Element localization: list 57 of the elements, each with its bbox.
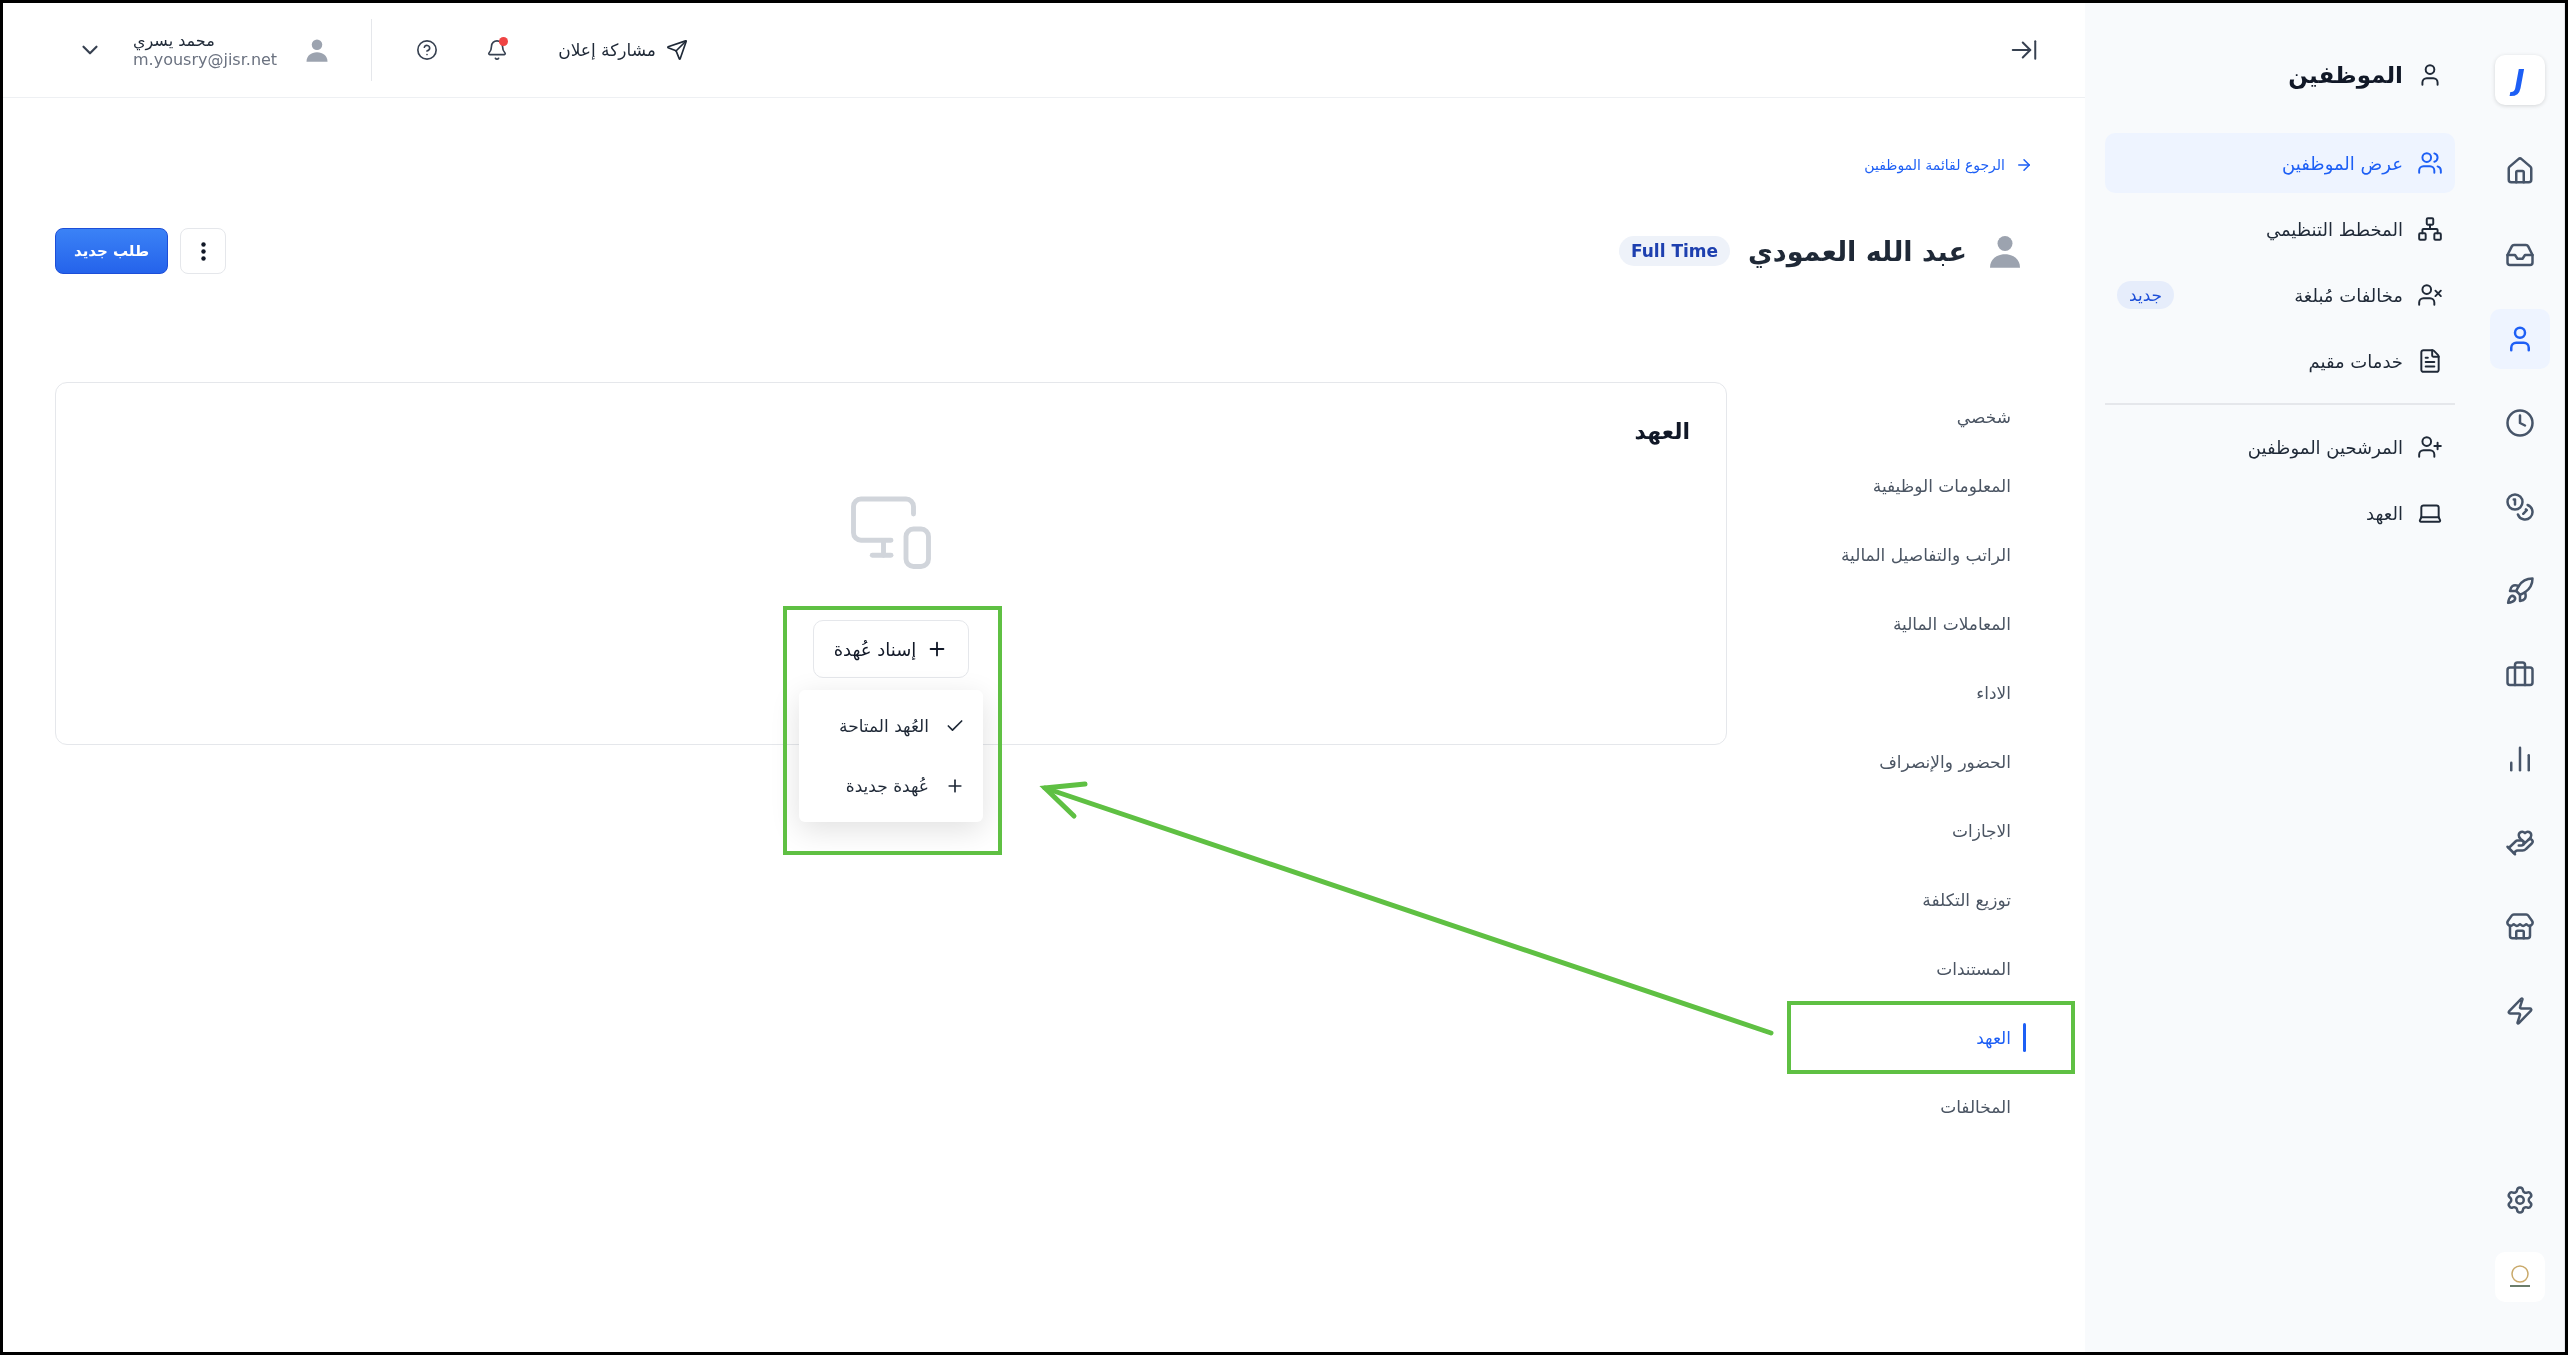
back-link[interactable]: الرجوع لقائمة الموظفين (1864, 156, 2033, 174)
sidebar-item-label: العهد (2366, 502, 2403, 524)
lightning-icon (2504, 996, 2535, 1026)
hand-heart-icon (2504, 828, 2535, 858)
help-icon (416, 39, 439, 61)
tab[interactable]: المخالفات (1733, 1072, 2033, 1141)
employment-type-badge: Full Time (1618, 236, 1731, 266)
tab[interactable]: الاداء (1733, 658, 2033, 727)
user-plus-icon (2417, 434, 2443, 460)
sidebar-item-label: عرض الموظفين (2282, 152, 2403, 174)
share-announcement-button[interactable]: مشاركة إعلان (552, 38, 694, 62)
user-x-icon (2417, 282, 2443, 308)
kebab-icon (200, 241, 206, 261)
tab[interactable]: الاجازات (1733, 796, 2033, 865)
tab[interactable]: المستندات (1733, 934, 2033, 1003)
arrow-right-icon (2015, 156, 2033, 174)
employee-name: عبد الله العمودي (1748, 235, 1967, 267)
coins-icon (2504, 492, 2535, 522)
sidebar-item[interactable]: العهد (2105, 483, 2455, 543)
tab[interactable]: المعاملات المالية (1733, 589, 2033, 658)
store-icon (2504, 912, 2535, 942)
users-icon (2417, 150, 2443, 176)
sidebar-item-label: المرشحين الموظفين (2247, 436, 2403, 458)
tab[interactable]: المعلومات الوظيفية (1733, 451, 2033, 520)
org-chart-icon (2417, 216, 2443, 242)
app-logo[interactable]: J (2494, 55, 2545, 105)
bell-icon (486, 39, 509, 61)
more-button[interactable] (180, 228, 227, 274)
tab[interactable]: شخصي (1733, 382, 2033, 451)
rocket-icon (2504, 576, 2535, 606)
home-icon (2504, 156, 2535, 186)
sidebar-item-label: خدمات مقيم (2308, 350, 2403, 372)
clock-icon (2504, 408, 2535, 438)
menu-item[interactable]: العُهد المتاحة (799, 696, 983, 756)
tab[interactable]: الراتب والتفاصيل المالية (1733, 520, 2033, 589)
rail-button[interactable] (2489, 309, 2550, 369)
new-request-button[interactable]: طلب جديد (55, 228, 169, 274)
tab[interactable]: توزيع التكلفة (1733, 865, 2033, 934)
menu-item[interactable]: عُهدة جديدة (799, 756, 983, 816)
sidebar-item-label: مخالفات مُبلغة (2294, 284, 2403, 306)
sidebar-item[interactable]: مخالفات مُبلغة جديد (2105, 265, 2455, 325)
user-name: محمد يسري (133, 31, 215, 50)
tab[interactable]: العهد (1733, 1003, 2033, 1072)
sidebar-item[interactable]: عرض الموظفين (2105, 133, 2455, 193)
sidebar-item[interactable]: المخطط التنظيمي (2105, 199, 2455, 259)
sidebar-item[interactable]: خدمات مقيم (2105, 331, 2455, 391)
assign-asset-button[interactable]: إسناد عُهدة (812, 620, 970, 678)
card-title: العهد (1634, 419, 1690, 444)
sidebar-item-label: المخطط التنظيمي (2265, 218, 2403, 240)
settings-icon (2504, 1185, 2535, 1215)
sidebar-title: الموظفين (2288, 62, 2403, 88)
tab[interactable]: الحضور والإنصراف (1733, 727, 2033, 796)
user-email: m.yousry@jisr.net (133, 50, 278, 69)
send-icon (665, 39, 688, 61)
new-badge: جديد (2117, 281, 2175, 309)
document-icon (2417, 348, 2443, 374)
sidebar-item[interactable]: المرشحين الموظفين (2105, 417, 2455, 477)
